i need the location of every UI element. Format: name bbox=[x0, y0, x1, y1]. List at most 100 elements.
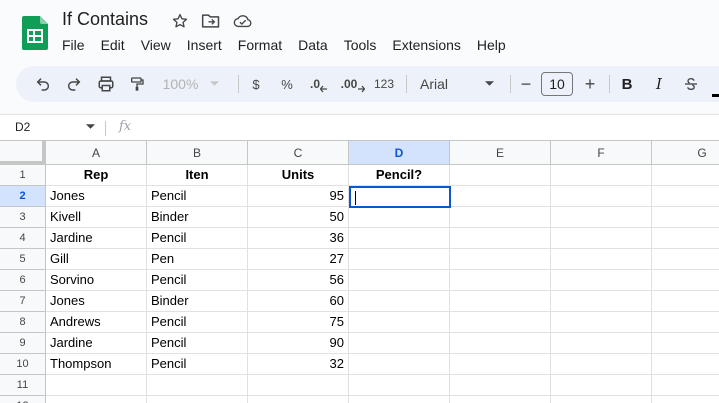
row-header-6[interactable]: 6 bbox=[0, 270, 46, 291]
redo-icon[interactable] bbox=[61, 66, 87, 102]
table-cell[interactable] bbox=[652, 249, 719, 270]
table-cell[interactable] bbox=[450, 291, 551, 312]
table-cell[interactable] bbox=[551, 207, 652, 228]
decrease-font-size-button[interactable]: − bbox=[516, 66, 536, 102]
document-title[interactable]: If Contains bbox=[62, 9, 148, 30]
table-cell[interactable] bbox=[652, 291, 719, 312]
active-cell-d2[interactable] bbox=[349, 186, 451, 208]
table-cell[interactable]: Binder bbox=[147, 207, 248, 228]
table-cell[interactable] bbox=[551, 354, 652, 375]
bold-button[interactable]: B bbox=[616, 66, 638, 102]
menu-data[interactable]: Data bbox=[298, 37, 336, 53]
currency-format-button[interactable]: $ bbox=[245, 66, 267, 102]
header-cell[interactable] bbox=[551, 165, 652, 186]
table-cell[interactable] bbox=[652, 270, 719, 291]
menu-tools[interactable]: Tools bbox=[344, 37, 385, 53]
menu-format[interactable]: Format bbox=[238, 37, 290, 53]
table-cell[interactable]: 32 bbox=[248, 354, 349, 375]
more-formats-button[interactable]: 123 bbox=[371, 66, 397, 102]
table-cell[interactable]: 27 bbox=[248, 249, 349, 270]
table-cell[interactable] bbox=[349, 375, 450, 396]
header-cell[interactable]: Units bbox=[248, 165, 349, 186]
table-cell[interactable]: Pencil bbox=[147, 312, 248, 333]
row-header-3[interactable]: 3 bbox=[0, 207, 46, 228]
menu-view[interactable]: View bbox=[141, 37, 179, 53]
table-cell[interactable] bbox=[349, 291, 450, 312]
table-cell[interactable] bbox=[450, 396, 551, 403]
table-cell[interactable] bbox=[349, 207, 450, 228]
table-cell[interactable] bbox=[349, 249, 450, 270]
table-cell[interactable]: Jardine bbox=[46, 228, 147, 249]
table-cell[interactable]: Thompson bbox=[46, 354, 147, 375]
table-cell[interactable] bbox=[450, 333, 551, 354]
row-header-1[interactable]: 1 bbox=[0, 165, 46, 186]
table-cell[interactable]: Kivell bbox=[46, 207, 147, 228]
table-cell[interactable] bbox=[652, 207, 719, 228]
table-cell[interactable]: 75 bbox=[248, 312, 349, 333]
column-header-c[interactable]: C bbox=[248, 141, 349, 165]
table-cell[interactable]: Andrews bbox=[46, 312, 147, 333]
italic-button[interactable]: I bbox=[648, 66, 670, 102]
table-cell[interactable] bbox=[450, 228, 551, 249]
table-cell[interactable] bbox=[450, 375, 551, 396]
table-cell[interactable] bbox=[551, 312, 652, 333]
table-cell[interactable]: Pencil bbox=[147, 228, 248, 249]
table-cell[interactable]: 56 bbox=[248, 270, 349, 291]
move-to-folder-icon[interactable] bbox=[201, 11, 221, 31]
table-cell[interactable]: Jones bbox=[46, 186, 147, 207]
table-cell[interactable] bbox=[551, 186, 652, 207]
table-cell[interactable] bbox=[248, 375, 349, 396]
table-cell[interactable] bbox=[551, 249, 652, 270]
table-cell[interactable] bbox=[46, 375, 147, 396]
table-cell[interactable] bbox=[652, 312, 719, 333]
table-cell[interactable] bbox=[652, 375, 719, 396]
table-cell[interactable] bbox=[652, 186, 719, 207]
font-size-input[interactable]: 10 bbox=[541, 72, 573, 96]
table-cell[interactable] bbox=[652, 396, 719, 403]
header-cell[interactable] bbox=[652, 165, 719, 186]
table-cell[interactable]: Pencil bbox=[147, 333, 248, 354]
menu-insert[interactable]: Insert bbox=[187, 37, 230, 53]
table-cell[interactable]: Sorvino bbox=[46, 270, 147, 291]
row-header-8[interactable]: 8 bbox=[0, 312, 46, 333]
table-cell[interactable]: 60 bbox=[248, 291, 349, 312]
row-header-10[interactable]: 10 bbox=[0, 354, 46, 375]
table-cell[interactable] bbox=[450, 207, 551, 228]
table-cell[interactable]: Pencil bbox=[147, 270, 248, 291]
column-header-b[interactable]: B bbox=[147, 141, 248, 165]
table-cell[interactable]: Pencil bbox=[147, 354, 248, 375]
decrease-decimal-button[interactable]: .0 bbox=[306, 66, 332, 102]
table-cell[interactable]: Pen bbox=[147, 249, 248, 270]
print-icon[interactable] bbox=[93, 66, 119, 102]
row-header-4[interactable]: 4 bbox=[0, 228, 46, 249]
row-header-11[interactable]: 11 bbox=[0, 375, 46, 396]
row-header-2[interactable]: 2 bbox=[0, 186, 46, 207]
table-cell[interactable] bbox=[450, 249, 551, 270]
table-cell[interactable] bbox=[551, 333, 652, 354]
table-cell[interactable] bbox=[349, 354, 450, 375]
paint-format-icon[interactable] bbox=[124, 66, 150, 102]
menu-file[interactable]: File bbox=[62, 37, 93, 53]
column-header-d[interactable]: D bbox=[349, 141, 450, 165]
select-all-corner[interactable] bbox=[0, 141, 46, 165]
menu-help[interactable]: Help bbox=[477, 37, 514, 53]
table-cell[interactable] bbox=[652, 354, 719, 375]
undo-icon[interactable] bbox=[30, 66, 56, 102]
row-header-5[interactable]: 5 bbox=[0, 249, 46, 270]
table-cell[interactable] bbox=[349, 396, 450, 403]
column-header-f[interactable]: F bbox=[551, 141, 652, 165]
table-cell[interactable] bbox=[450, 186, 551, 207]
table-cell[interactable]: Gill bbox=[46, 249, 147, 270]
column-header-g[interactable]: G bbox=[652, 141, 719, 165]
zoom-select[interactable]: 100% bbox=[156, 66, 226, 102]
percent-format-button[interactable]: % bbox=[276, 66, 298, 102]
table-cell[interactable] bbox=[147, 396, 248, 403]
table-cell[interactable]: Pencil bbox=[147, 186, 248, 207]
table-cell[interactable] bbox=[349, 228, 450, 249]
table-cell[interactable] bbox=[450, 312, 551, 333]
font-family-select[interactable]: Arial bbox=[414, 66, 500, 102]
column-header-a[interactable]: A bbox=[46, 141, 147, 165]
table-cell[interactable] bbox=[349, 312, 450, 333]
table-cell[interactable] bbox=[450, 354, 551, 375]
increase-decimal-button[interactable]: .00 bbox=[338, 66, 368, 102]
